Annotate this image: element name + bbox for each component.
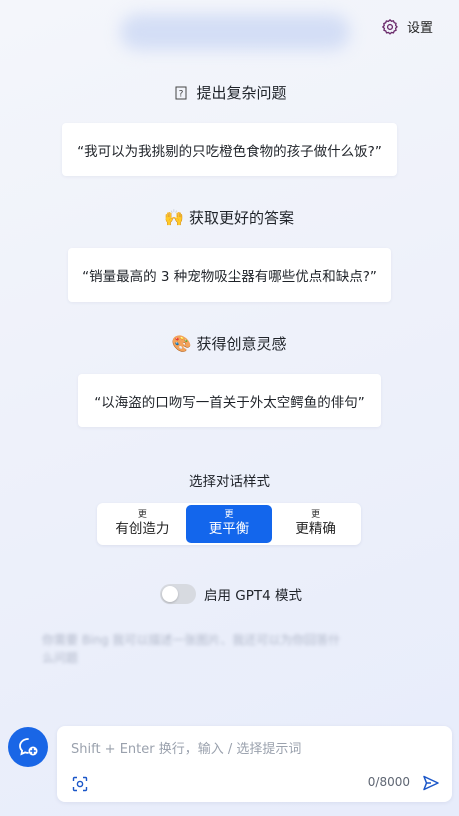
style-option-creative[interactable]: 更 有创造力 — [99, 505, 186, 543]
gpt4-toggle[interactable] — [160, 584, 196, 604]
gpt4-toggle-row: 启用 GPT4 模式 — [160, 584, 302, 604]
send-icon[interactable] — [422, 774, 440, 792]
svg-text:?: ? — [179, 89, 184, 99]
example-prompt-card[interactable]: “我可以为我挑剔的只吃橙色食物的孩子做什么饭?” — [62, 123, 397, 176]
section-title-better-answers: 🙌 获取更好的答案 — [164, 208, 294, 227]
style-option-balanced[interactable]: 更 更平衡 — [185, 505, 273, 543]
section-title-inspiration: 🎨 获得创意灵感 — [171, 334, 287, 353]
gpt4-toggle-label: 启用 GPT4 模式 — [204, 588, 303, 604]
example-prompt-text: “我可以为我挑剔的只吃橙色食物的孩子做什么饭?” — [77, 143, 382, 160]
style-option-precise[interactable]: 更 更精确 — [272, 505, 359, 543]
section-title-complex: ? 提出复杂问题 — [0, 82, 459, 103]
gear-icon — [381, 18, 398, 35]
new-chat-button[interactable] — [8, 727, 48, 767]
chat-input-placeholder: Shift + Enter 换行，输入 / 选择提示词 — [71, 742, 302, 757]
blurred-header-title — [120, 14, 350, 50]
chat-input-box[interactable]: Shift + Enter 换行，输入 / 选择提示词 0/8000 — [57, 726, 452, 802]
settings-label: 设置 — [406, 21, 433, 36]
style-picker-label: 选择对话样式 — [189, 474, 270, 490]
style-segmented-control: 更 有创造力 更 更平衡 更 更精确 — [97, 503, 361, 545]
question-icon: ? — [172, 84, 190, 102]
new-chat-icon — [19, 738, 38, 756]
blurred-hint-text: 你需要 Bing 我可以描述一张图片、我还可以为你回答什么问题 — [42, 633, 341, 665]
example-prompt-card[interactable]: “销量最高的 3 种宠物吸尘器有哪些优点和缺点?” — [68, 248, 391, 302]
example-prompt-card[interactable]: “以海盗的口吻写一首关于外太空鳄鱼的俳句” — [78, 374, 381, 427]
image-scan-icon[interactable] — [72, 776, 88, 792]
settings-button[interactable]: 设置 — [381, 17, 433, 36]
raised-hands-icon: 🙌 — [164, 208, 184, 227]
toggle-knob — [162, 586, 178, 602]
char-counter: 0/8000 — [367, 775, 410, 789]
palette-icon: 🎨 — [171, 334, 192, 353]
example-prompt-text: “销量最高的 3 种宠物吸尘器有哪些优点和缺点?” — [82, 269, 377, 285]
example-prompt-text: “以海盗的口吻写一首关于外太空鳄鱼的俳句” — [94, 394, 365, 411]
